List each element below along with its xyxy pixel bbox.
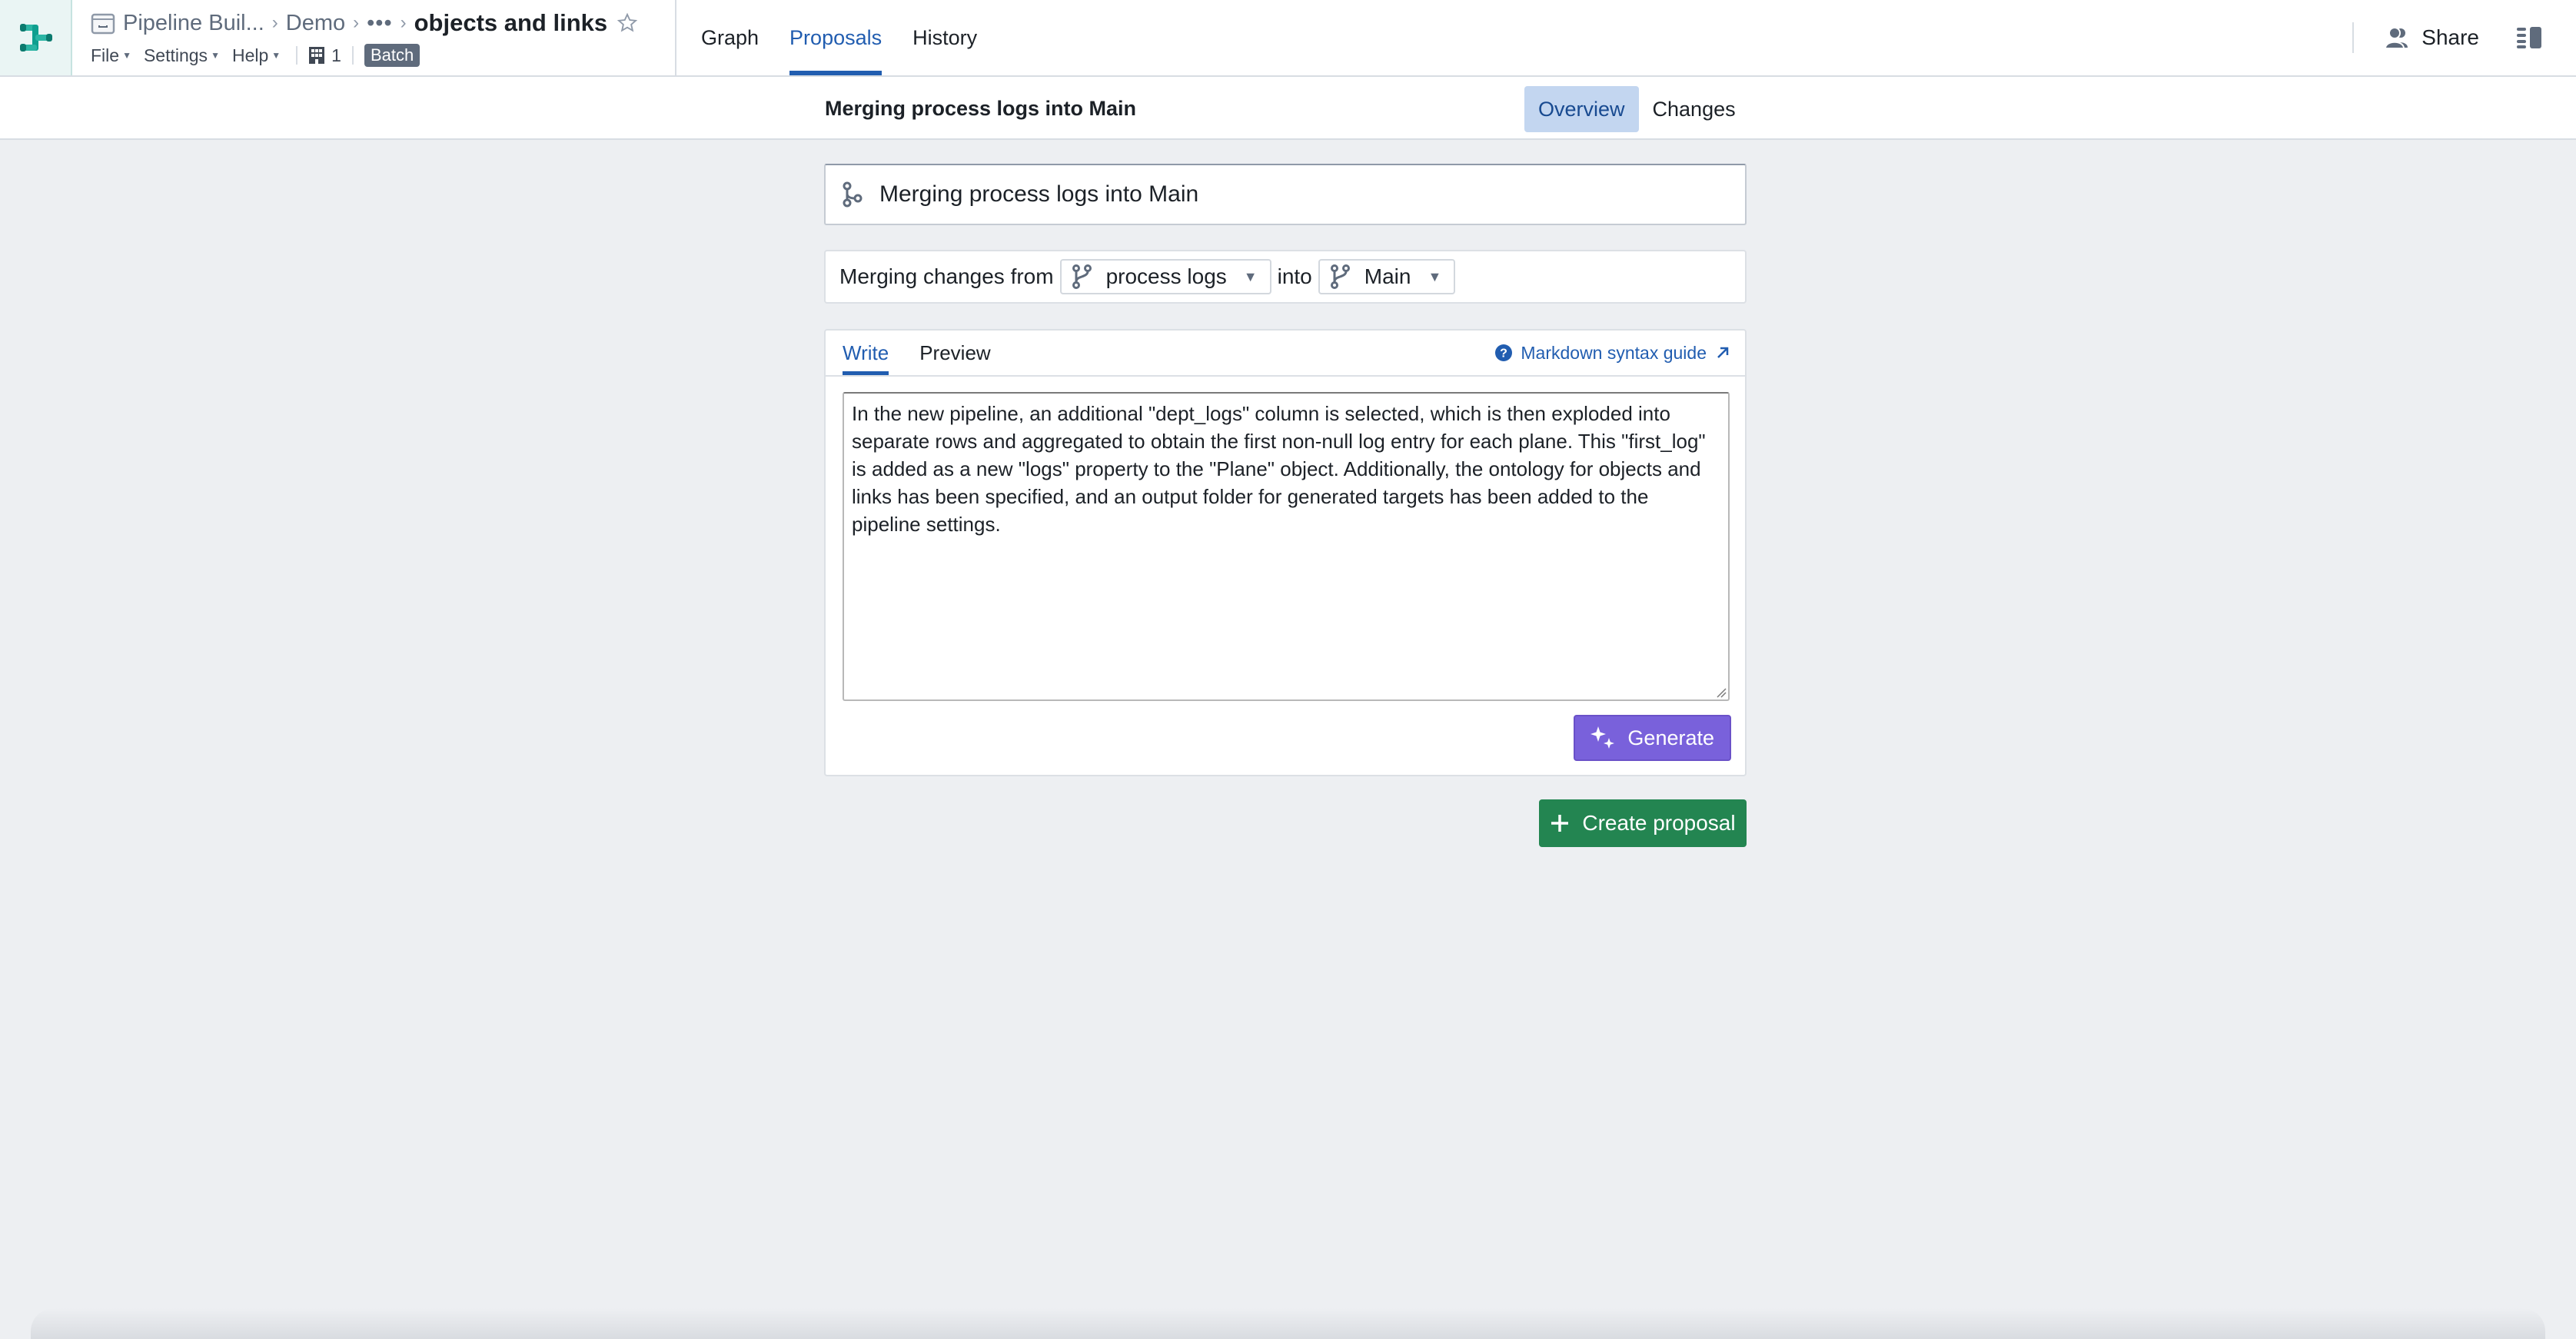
building-count[interactable]: 1	[308, 45, 341, 66]
resize-handle-icon[interactable]	[1714, 686, 1727, 698]
merge-prefix-label: Merging changes from	[839, 264, 1054, 288]
view-tabs: Overview Changes	[1524, 86, 1750, 132]
source-branch-label: process logs	[1105, 264, 1227, 288]
editor-tabs: Write Preview ? Markdown syntax guide	[826, 331, 1745, 377]
generate-button[interactable]: Generate	[1574, 715, 1731, 761]
proposal-heading: Merging process logs into Main	[825, 96, 1137, 120]
svg-text:?: ?	[1500, 347, 1507, 360]
merge-connector-label: into	[1277, 264, 1312, 288]
building-count-value: 1	[331, 45, 341, 65]
breadcrumb-app[interactable]: Pipeline Buil...	[123, 11, 264, 36]
description-editor: Write Preview ? Markdown syntax guide In…	[824, 329, 1747, 776]
divider	[296, 46, 298, 65]
menu-help[interactable]: Help ▼	[232, 45, 281, 66]
divider	[675, 0, 676, 75]
tab-graph[interactable]: Graph	[701, 0, 759, 75]
caret-down-icon: ▼	[211, 50, 220, 61]
caret-down-icon: ▼	[271, 50, 281, 61]
help-icon: ?	[1495, 344, 1513, 361]
main-tabs: Graph Proposals History	[701, 0, 1008, 75]
chevron-right-icon: ›	[400, 12, 407, 33]
tab-history[interactable]: History	[912, 0, 977, 75]
app-folder-icon	[91, 12, 115, 35]
panel-toggle-button[interactable]	[2516, 26, 2542, 49]
pipeline-title[interactable]: objects and links	[414, 9, 608, 37]
plus-icon	[1551, 815, 1569, 832]
tab-changes[interactable]: Changes	[1639, 86, 1750, 132]
menu-file-label: File	[91, 45, 120, 65]
menu-help-label: Help	[231, 45, 269, 65]
proposal-title-input[interactable]: Merging process logs into Main	[824, 164, 1747, 225]
tab-overview[interactable]: Overview	[1524, 86, 1639, 132]
people-icon	[2385, 27, 2408, 49]
markdown-guide-link[interactable]: ? Markdown syntax guide	[1494, 331, 1731, 375]
star-icon[interactable]	[617, 12, 638, 34]
breadcrumb-more[interactable]: •••	[367, 11, 392, 36]
breadcrumb-folder[interactable]: Demo	[286, 11, 345, 36]
header-actions: Share	[2352, 0, 2576, 75]
building-icon	[309, 47, 325, 64]
top-header: Pipeline Buil... › Demo › ••• › objects …	[0, 0, 2576, 77]
proposal-subheader: Merging process logs into Main Overview …	[0, 77, 2576, 140]
caret-down-icon: ▼	[122, 50, 131, 61]
target-branch-select[interactable]: Main ▼	[1318, 259, 1456, 294]
description-text: In the new pipeline, an additional "dept…	[852, 402, 1706, 536]
menu-file[interactable]: File ▼	[91, 45, 131, 66]
description-textarea[interactable]: In the new pipeline, an additional "dept…	[843, 392, 1730, 701]
git-branch-icon	[1072, 264, 1092, 289]
right-panel-icon	[2517, 27, 2541, 48]
mode-badge[interactable]: Batch	[364, 44, 420, 67]
tab-write[interactable]: Write	[843, 331, 889, 375]
menu-settings[interactable]: Settings ▼	[144, 45, 220, 66]
chevron-right-icon: ›	[353, 12, 360, 33]
share-label: Share	[2421, 25, 2479, 49]
external-link-icon	[1717, 347, 1729, 358]
divider	[351, 46, 354, 65]
menu-bar: File ▼ Settings ▼ Help ▼ 1 Batch	[91, 43, 420, 68]
create-proposal-button[interactable]: Create proposal	[1539, 799, 1747, 847]
caret-down-icon: ▼	[1243, 268, 1258, 284]
source-branch-select[interactable]: process logs ▼	[1059, 259, 1271, 294]
menu-settings-label: Settings	[143, 45, 208, 65]
merge-branches-row: Merging changes from process logs ▼ into…	[824, 250, 1747, 304]
bottom-panel-edge	[31, 1308, 2545, 1339]
share-button[interactable]: Share	[2385, 25, 2479, 50]
generate-label: Generate	[1627, 726, 1714, 749]
merge-icon	[843, 181, 863, 208]
sparkles-icon	[1590, 726, 1615, 749]
divider	[2352, 22, 2355, 53]
git-branch-icon	[1330, 264, 1350, 289]
target-branch-label: Main	[1364, 264, 1411, 288]
proposal-title-value: Merging process logs into Main	[879, 181, 1199, 207]
pipeline-builder-logo-icon	[20, 24, 52, 52]
markdown-guide-label: Markdown syntax guide	[1521, 342, 1707, 363]
create-proposal-label: Create proposal	[1582, 811, 1736, 835]
chevron-right-icon: ›	[271, 12, 278, 33]
caret-down-icon: ▼	[1428, 268, 1442, 284]
app-logo[interactable]	[0, 0, 72, 75]
tab-proposals[interactable]: Proposals	[789, 0, 882, 75]
tab-preview[interactable]: Preview	[919, 331, 990, 375]
breadcrumb: Pipeline Buil... › Demo › ••• › objects …	[91, 8, 638, 38]
